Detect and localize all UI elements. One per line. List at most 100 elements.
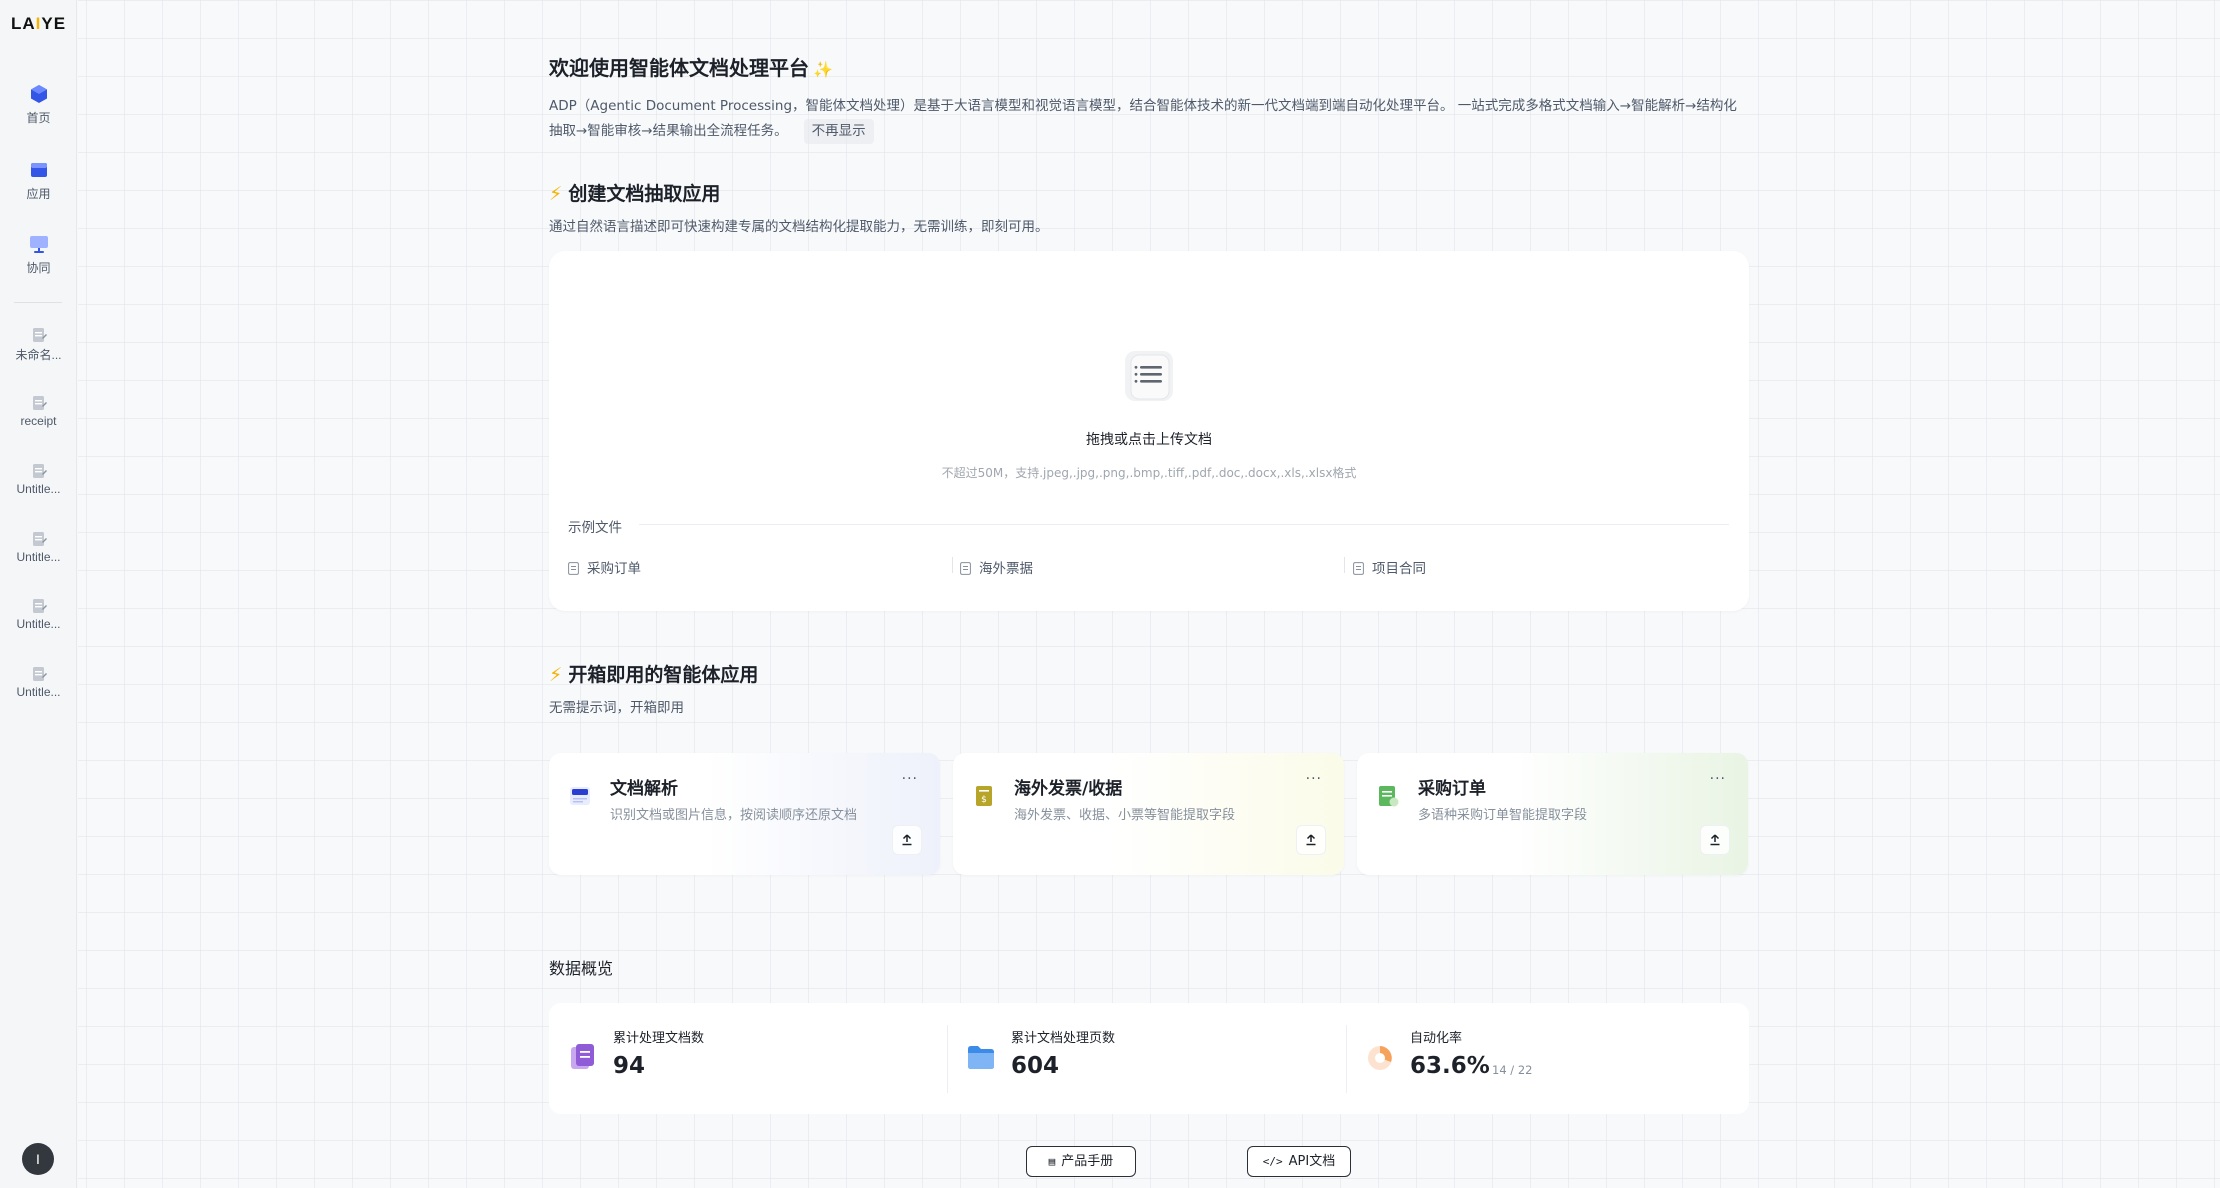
sidebar-doc-label: Untitle... (16, 685, 61, 699)
page-title: 欢迎使用智能体文档处理平台 ✨ (549, 52, 833, 81)
intro-text: ADP（Agentic Document Processing，智能体文档处理）… (549, 94, 1749, 144)
stat-value: 63.6% (1410, 1053, 1490, 1079)
create-section-title-text: 创建文档抽取应用 (568, 183, 721, 205)
more-options-icon[interactable]: ··· (1306, 771, 1322, 787)
page-title-text: 欢迎使用智能体文档处理平台 (549, 56, 809, 80)
collab-monitor-icon (29, 236, 48, 253)
more-options-icon[interactable]: ··· (1710, 771, 1726, 787)
stat-label: 自动化率 (1410, 1031, 1463, 1046)
file-icon (1353, 562, 1364, 575)
stats-card: 累计处理文档数 94 累计文档处理页数 604 自动化率 63.6% 14 / … (549, 1003, 1749, 1114)
sample-separator (952, 557, 953, 573)
app-card-desc: 多语种采购订单智能提取字段 (1418, 808, 1588, 823)
main-area: 欢迎使用智能体文档处理平台 ✨ ADP（Agentic Document Proc… (78, 0, 2220, 1188)
document-parse-icon (570, 787, 590, 805)
sample-file-label: 海外票据 (979, 561, 1033, 577)
api-docs-button[interactable]: </> API文档 (1247, 1146, 1351, 1177)
dismiss-intro-button[interactable]: 不再显示 (803, 119, 874, 144)
product-manual-button[interactable]: ▤ 产品手册 (1026, 1146, 1136, 1177)
upload-document-icon (1125, 351, 1173, 401)
lightning-icon: ⚡ (549, 664, 563, 686)
upload-dropzone[interactable]: 拖拽或点击上传文档 不超过50M，支持.jpeg,.jpg,.png,.bmp,… (549, 251, 1749, 491)
stat-total-documents: 累计处理文档数 94 (549, 1003, 947, 1114)
more-options-icon[interactable]: ··· (902, 771, 918, 787)
app-card-title: 海外发票/收据 (1014, 779, 1123, 799)
document-icon (32, 328, 47, 342)
stat-value: 604 (1011, 1053, 1060, 1079)
sidebar-doc-item[interactable]: Untitle... (0, 665, 77, 699)
book-icon: ▤ (1048, 1155, 1056, 1168)
sample-file-label: 项目合同 (1372, 561, 1426, 577)
laiye-logo[interactable]: LAIYE (0, 14, 77, 34)
sidebar-doc-label: Untitle... (16, 482, 61, 496)
document-icon (32, 464, 47, 478)
upload-hint: 不超过50M，支持.jpeg,.jpg,.png,.bmp,.tiff,.pdf… (941, 466, 1357, 480)
sidebar-doc-label: 未命名... (15, 348, 62, 362)
sample-file-overseas-bill[interactable]: 海外票据 (960, 557, 1033, 577)
sample-file-purchase-order[interactable]: 采购订单 (568, 557, 641, 577)
app-card-purchase-order[interactable]: 采购订单 多语种采购订单智能提取字段 ··· (1357, 753, 1748, 875)
user-avatar[interactable]: I (22, 1143, 54, 1175)
apps-section-title: ⚡ 开箱即用的智能体应用 (549, 660, 758, 687)
app-card-overseas-invoice[interactable]: $ 海外发票/收据 海外发票、收据、小票等智能提取字段 ··· (953, 753, 1344, 875)
product-manual-label: 产品手册 (1061, 1154, 1114, 1169)
home-cube-icon (30, 85, 47, 103)
upload-button[interactable] (892, 825, 922, 855)
sidebar-doc-label: Untitle... (16, 550, 61, 564)
nav-home[interactable]: 首页 (0, 82, 77, 126)
document-icon (32, 599, 47, 613)
app-card-title: 文档解析 (610, 779, 678, 799)
file-icon (568, 562, 579, 575)
sidebar-doc-item[interactable]: Untitle... (0, 462, 77, 496)
lightning-icon: ⚡ (549, 183, 563, 205)
intro-body: ADP（Agentic Document Processing，智能体文档处理）… (549, 98, 1737, 139)
nav-apps[interactable]: 应用 (0, 158, 77, 202)
invoice-icon: $ (976, 786, 992, 806)
sample-file-label: 采购订单 (587, 561, 641, 577)
automation-rate-icon (1368, 1046, 1392, 1070)
upload-button[interactable] (1700, 825, 1730, 855)
app-card-document-parse[interactable]: 文档解析 识别文档或图片信息，按阅读顺序还原文档 ··· (549, 753, 940, 875)
nav-apps-label: 应用 (26, 187, 51, 201)
sidebar-doc-item[interactable]: Untitle... (0, 530, 77, 564)
apps-section-title-text: 开箱即用的智能体应用 (568, 664, 759, 686)
svg-text:$: $ (981, 795, 987, 805)
sidebar-doc-item[interactable]: receipt (0, 394, 77, 428)
sidebar-divider (14, 302, 62, 303)
api-docs-label: API文档 (1288, 1154, 1336, 1169)
create-section-title: ⚡ 创建文档抽取应用 (549, 179, 720, 206)
sidebar-doc-item[interactable]: 未命名... (0, 326, 77, 363)
app-card-desc: 识别文档或图片信息，按阅读顺序还原文档 (610, 808, 858, 823)
samples-divider (639, 524, 1729, 525)
file-icon (960, 562, 971, 575)
documents-stack-icon (571, 1044, 594, 1069)
stat-label: 累计文档处理页数 (1011, 1031, 1116, 1046)
apps-icon (30, 163, 47, 177)
stat-value: 94 (613, 1053, 646, 1079)
upload-arrow-icon (1710, 834, 1720, 846)
nav-home-label: 首页 (26, 111, 51, 125)
upload-card: 拖拽或点击上传文档 不超过50M，支持.jpeg,.jpg,.png,.bmp,… (549, 251, 1749, 611)
stat-automation-rate: 自动化率 63.6% 14 / 22 (1346, 1003, 1744, 1114)
upload-button[interactable] (1296, 825, 1326, 855)
document-icon (32, 532, 47, 546)
create-section-subtitle: 通过自然语言描述即可快速构建专属的文档结构化提取能力，无需训练，即刻可用。 (549, 219, 1049, 235)
stat-sub: 14 / 22 (1492, 1063, 1533, 1077)
sample-separator (1344, 557, 1345, 573)
document-icon (32, 396, 47, 410)
sidebar-doc-label: Untitle... (16, 617, 61, 631)
upload-arrow-icon (1306, 834, 1316, 846)
apps-section-subtitle: 无需提示词，开箱即用 (549, 700, 684, 716)
nav-collab-label: 协同 (26, 261, 51, 275)
sidebar: LAIYE 首页 应用 协同 未命名... receipt Untitle... (0, 0, 77, 1188)
samples-label: 示例文件 (568, 520, 622, 536)
sample-file-project-contract[interactable]: 项目合同 (1353, 557, 1426, 577)
sidebar-doc-label: receipt (20, 414, 57, 428)
stat-label: 累计处理文档数 (613, 1031, 705, 1046)
document-icon (32, 667, 47, 681)
sidebar-doc-item[interactable]: Untitle... (0, 597, 77, 631)
sparkle-icon: ✨ (813, 60, 833, 79)
purchase-order-icon (1379, 786, 1399, 807)
nav-collab[interactable]: 协同 (0, 232, 77, 276)
code-icon: </> (1262, 1155, 1283, 1168)
